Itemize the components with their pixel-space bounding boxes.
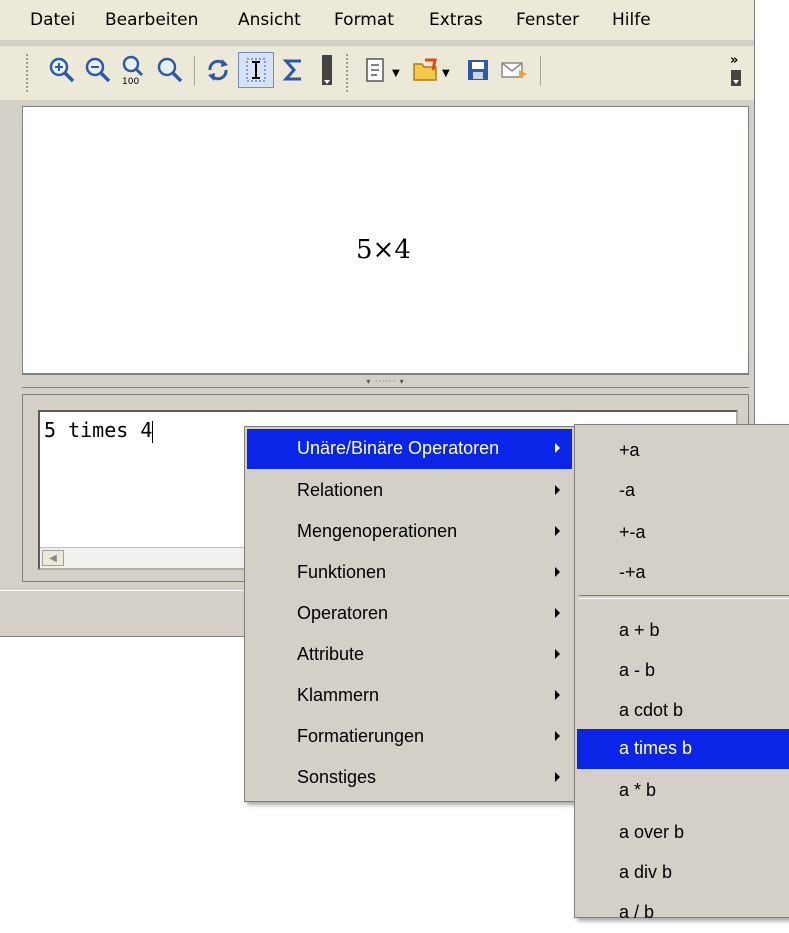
zoom-in-icon[interactable] (44, 52, 80, 88)
menu-fenster[interactable]: Fenster (516, 10, 579, 30)
submenu-arrow-icon (555, 443, 560, 453)
submenu: +a -a +-a -+a a + b a - b a cdot b a tim… (574, 424, 789, 922)
open-dropdown-icon[interactable]: ▼ (442, 68, 450, 79)
submenu-item-a-over-b[interactable]: a over b (577, 813, 789, 853)
menu-hilfe[interactable]: Hilfe (612, 10, 651, 30)
submenu-item-minusplus-a[interactable]: -+a (577, 553, 789, 593)
submenu-arrow-icon (555, 731, 560, 741)
formula-cursor-icon[interactable] (238, 52, 274, 88)
submenu-separator (579, 595, 789, 599)
toolbar-separator-2 (540, 56, 541, 86)
save-icon[interactable] (460, 52, 496, 88)
sum-icon[interactable] (276, 52, 312, 88)
toolbar: 100 ▼ ▼ » (0, 46, 754, 100)
formula-preview[interactable]: 5×4 (22, 106, 749, 374)
toolbar-grip[interactable] (26, 54, 32, 92)
submenu-arrow-icon (555, 567, 560, 577)
submenu-item-a-plus-b[interactable]: a + b (577, 611, 789, 651)
toolbar-separator (194, 56, 195, 86)
menu-item-relationen[interactable]: Relationen (247, 471, 572, 511)
submenu-item-plusminus-a[interactable]: +-a (577, 513, 789, 553)
menu-item-unary-binary[interactable]: Unäre/Binäre Operatoren (247, 429, 572, 469)
more-icon[interactable] (316, 52, 338, 88)
submenu-arrow-icon (555, 772, 560, 782)
show-all-icon[interactable] (152, 52, 188, 88)
submenu-arrow-icon (555, 649, 560, 659)
submenu-item-a-div-b[interactable]: a div b (577, 853, 789, 893)
menu-ansicht[interactable]: Ansicht (238, 10, 301, 30)
svg-text:100: 100 (122, 77, 139, 85)
svg-text:»: » (730, 53, 738, 68)
menu-item-klammern[interactable]: Klammern (247, 676, 572, 716)
overflow-icon[interactable]: » (724, 52, 748, 88)
menu-item-sonstiges[interactable]: Sonstiges (247, 758, 572, 798)
toolbar-grip-2[interactable] (346, 54, 352, 92)
context-menu: Unäre/Binäre Operatoren Relationen Menge… (244, 426, 575, 802)
formula-render: 5×4 (356, 235, 411, 265)
menu-item-attribute[interactable]: Attribute (247, 635, 572, 675)
commands-text[interactable]: 5 times 4 (44, 418, 154, 443)
zoom-out-icon[interactable] (80, 52, 116, 88)
menu-item-mengenoperationen[interactable]: Mengenoperationen (247, 512, 572, 552)
submenu-arrow-icon (555, 690, 560, 700)
import-dropdown-icon[interactable]: ▼ (392, 68, 400, 79)
menu-item-formatierungen[interactable]: Formatierungen (247, 717, 572, 757)
import-icon[interactable] (358, 52, 394, 88)
menu-item-funktionen[interactable]: Funktionen (247, 553, 572, 593)
menu-format[interactable]: Format (334, 10, 394, 30)
send-mail-icon[interactable] (496, 52, 532, 88)
submenu-item-a-slash-b[interactable]: a / b (577, 893, 789, 933)
zoom-100-icon[interactable]: 100 (116, 52, 152, 88)
menubar: Datei Bearbeiten Ansicht Format Extras F… (0, 0, 754, 40)
open-icon[interactable] (408, 52, 444, 88)
submenu-item-minus-a[interactable]: -a (577, 471, 789, 511)
submenu-item-plus-a[interactable]: +a (577, 431, 789, 471)
refresh-icon[interactable] (200, 52, 236, 88)
splitter-handle[interactable]: ▾ ······ ▾ (22, 374, 749, 388)
submenu-item-a-cdot-b[interactable]: a cdot b (577, 691, 789, 731)
menu-bearbeiten[interactable]: Bearbeiten (105, 10, 198, 30)
submenu-arrow-icon (555, 608, 560, 618)
menu-item-operatoren[interactable]: Operatoren (247, 594, 572, 634)
submenu-item-a-minus-b[interactable]: a - b (577, 651, 789, 691)
submenu-arrow-icon (555, 485, 560, 495)
submenu-item-a-times-b[interactable]: a times b (577, 729, 789, 769)
scroll-left-icon[interactable]: ◀ (42, 550, 64, 566)
submenu-arrow-icon (555, 526, 560, 536)
menu-datei[interactable]: Datei (30, 10, 75, 30)
menu-extras[interactable]: Extras (429, 10, 483, 30)
submenu-item-a-star-b[interactable]: a * b (577, 771, 789, 811)
text-caret (152, 420, 154, 443)
